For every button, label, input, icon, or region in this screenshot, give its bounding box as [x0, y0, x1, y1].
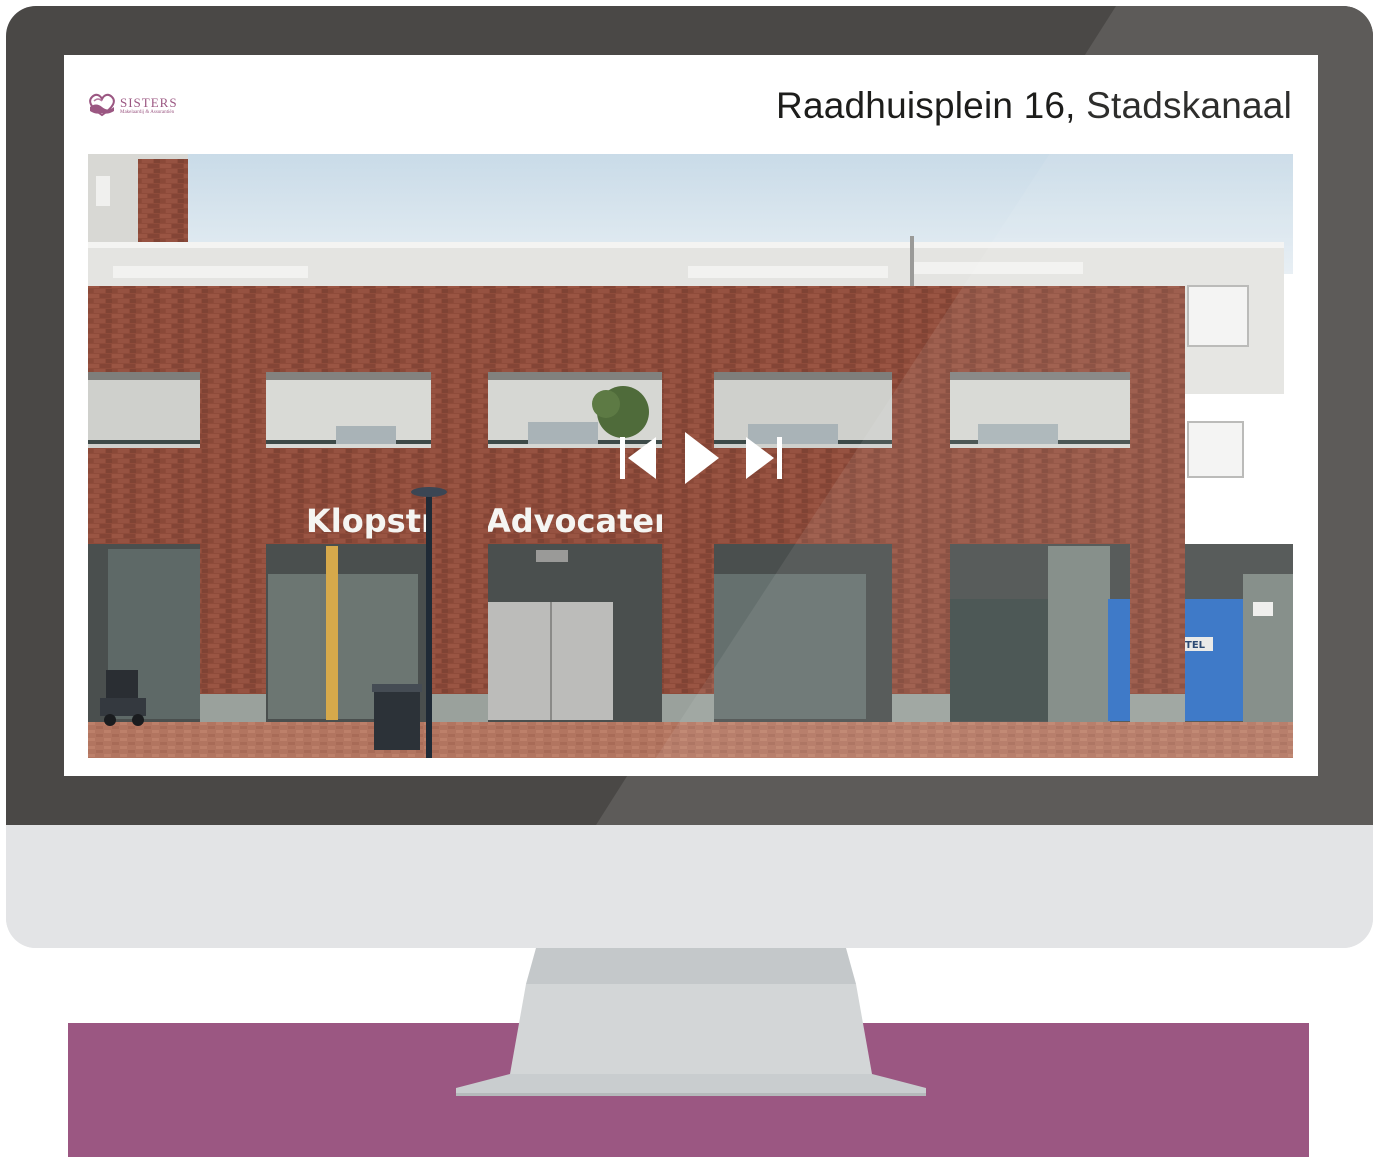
- play-icon: [685, 432, 719, 484]
- listing-address: Raadhuisplein 16, Stadskanaal: [776, 85, 1292, 126]
- monitor-stand: [456, 948, 926, 1096]
- skip-previous-button[interactable]: [616, 432, 660, 484]
- property-photo: Klopstra cs Advocaten TEL: [88, 154, 1293, 758]
- slideshow-controls: [616, 432, 786, 484]
- screen: SISTERS Makelaardij & Assurantiën Raadhu…: [64, 55, 1318, 776]
- skip-next-icon: [746, 437, 782, 479]
- brand-name: SISTERS: [120, 94, 178, 110]
- heart-wave-logo-icon: [89, 93, 115, 117]
- skip-next-button[interactable]: [742, 432, 786, 484]
- brand-tagline: Makelaardij & Assurantiën: [120, 109, 175, 115]
- brand-logo[interactable]: SISTERS Makelaardij & Assurantiën: [88, 92, 178, 118]
- monitor-chin: [6, 825, 1373, 948]
- skip-previous-icon: [620, 437, 656, 479]
- door-sign: TEL: [1185, 640, 1206, 651]
- monitor-mockup: SISTERS Makelaardij & Assurantiën Raadhu…: [0, 0, 1383, 1157]
- building-sign-right: Advocaten: [486, 502, 677, 540]
- play-button[interactable]: [679, 432, 723, 484]
